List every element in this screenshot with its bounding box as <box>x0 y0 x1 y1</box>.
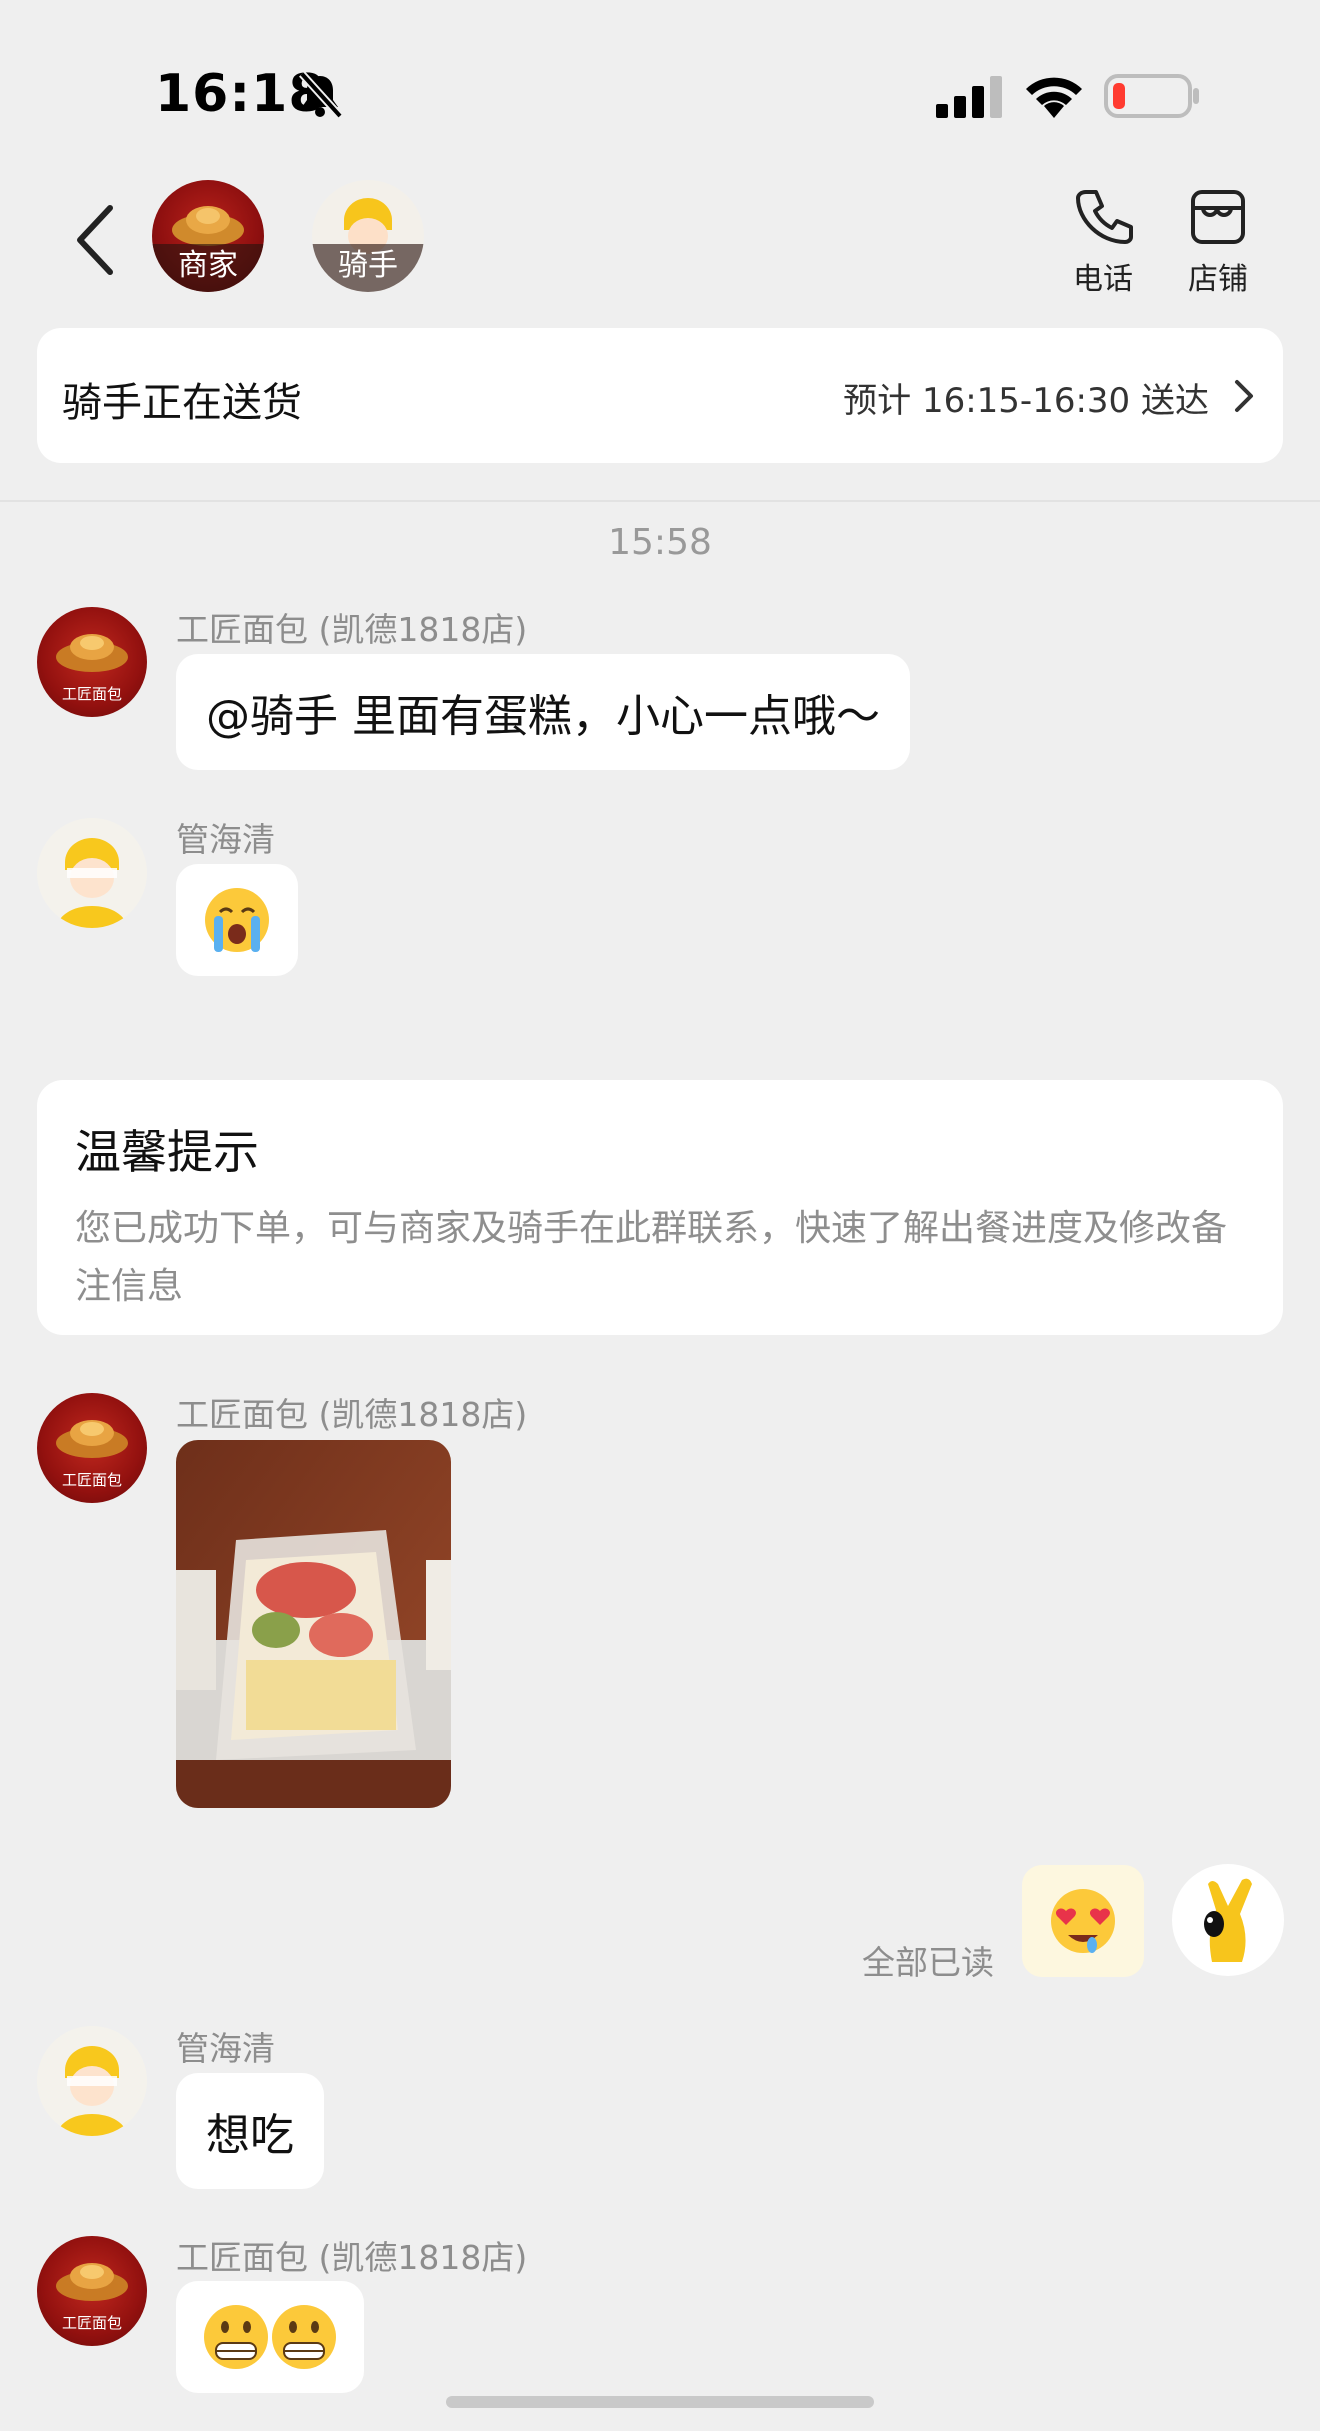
chat-timestamp: 15:58 <box>608 522 712 563</box>
rider-tag: 骑手 <box>312 244 424 292</box>
merchant-group-avatar[interactable]: 商家 <box>152 180 264 292</box>
sender-name: 工匠面包 (凯德1818店) <box>176 610 528 649</box>
store-button[interactable]: 店铺 <box>1178 186 1258 298</box>
self-avatar[interactable] <box>1172 1864 1284 1976</box>
phone-label: 电话 <box>1073 262 1133 297</box>
message-text: 想吃 <box>206 2110 294 2161</box>
phone-icon <box>1076 190 1133 244</box>
merchant-logo-icon: 工匠面包 <box>56 2263 128 2332</box>
read-status: 全部已读 <box>862 1943 994 1982</box>
wifi-icon <box>1026 77 1082 118</box>
merchant-tag: 商家 <box>152 244 264 292</box>
message-text: @骑手 里面有蛋糕，小心一点哦～ <box>206 691 880 742</box>
emoji-bubble[interactable] <box>176 864 298 976</box>
rider-avatar[interactable] <box>37 818 147 928</box>
status-bar: 16:18 <box>0 0 1320 170</box>
rider-face-icon <box>57 2046 127 2136</box>
phone-button[interactable]: 电话 <box>1063 186 1143 298</box>
chevron-right-icon <box>1235 380 1253 412</box>
cellular-signal-icon <box>936 76 1002 118</box>
tip-title: 温馨提示 <box>75 1125 259 1179</box>
merchant-logo-text: 工匠面包 <box>62 2314 122 2332</box>
sender-name: 管海清 <box>176 820 275 859</box>
cake-photo-image <box>176 1440 451 1808</box>
sender-name: 工匠面包 (凯德1818店) <box>176 2238 528 2277</box>
merchant-avatar[interactable]: 工匠面包 <box>37 607 147 717</box>
home-indicator[interactable] <box>446 2396 874 2408</box>
yellow-mascot-icon <box>1204 1878 1252 1962</box>
tip-body: 您已成功下单，可与商家及骑手在此群联系，快速了解出餐进度及修改备注信息 <box>75 1208 1228 1307</box>
sender-name: 工匠面包 (凯德1818店) <box>176 1395 528 1434</box>
heart-eyes-face-icon <box>1051 1889 1115 1953</box>
tip-card: 温馨提示 您已成功下单，可与商家及骑手在此群联系，快速了解出餐进度及修改备注信息 <box>37 1080 1283 1335</box>
delivery-eta-text: 预计 16:15-16:30 送达 <box>843 381 1209 421</box>
merchant-logo-text: 工匠面包 <box>62 1471 122 1489</box>
bell-muted-icon <box>299 71 343 119</box>
message-bubble[interactable]: 想吃 <box>176 2073 324 2189</box>
merchant-avatar[interactable]: 工匠面包 <box>37 2236 147 2346</box>
store-icon <box>1191 190 1245 244</box>
cake-photo[interactable] <box>176 1440 451 1808</box>
rider-face-icon <box>57 838 127 928</box>
merchant-logo-icon: 工匠面包 <box>56 634 128 703</box>
loudly-crying-face-icon <box>205 888 269 952</box>
store-label: 店铺 <box>1188 262 1248 297</box>
grimacing-face-icon <box>204 2305 336 2369</box>
back-chevron-icon[interactable] <box>72 200 122 280</box>
delivery-status-card[interactable]: 骑手正在送货 预计 16:15-16:30 送达 <box>37 328 1283 463</box>
self-emoji-bubble[interactable] <box>1022 1865 1144 1977</box>
rider-avatar[interactable] <box>37 2026 147 2136</box>
merchant-logo-icon: 工匠面包 <box>56 1420 128 1489</box>
battery-low-icon <box>1104 74 1199 118</box>
merchant-logo-text: 工匠面包 <box>62 685 122 703</box>
message-bubble[interactable]: @骑手 里面有蛋糕，小心一点哦～ <box>176 654 910 770</box>
rider-group-avatar[interactable]: 骑手 <box>312 180 424 292</box>
header-divider <box>0 500 1320 502</box>
delivery-status-text: 骑手正在送货 <box>62 380 302 426</box>
merchant-avatar[interactable]: 工匠面包 <box>37 1393 147 1503</box>
emoji-bubble[interactable] <box>176 2281 364 2393</box>
sender-name: 管海清 <box>176 2029 275 2068</box>
